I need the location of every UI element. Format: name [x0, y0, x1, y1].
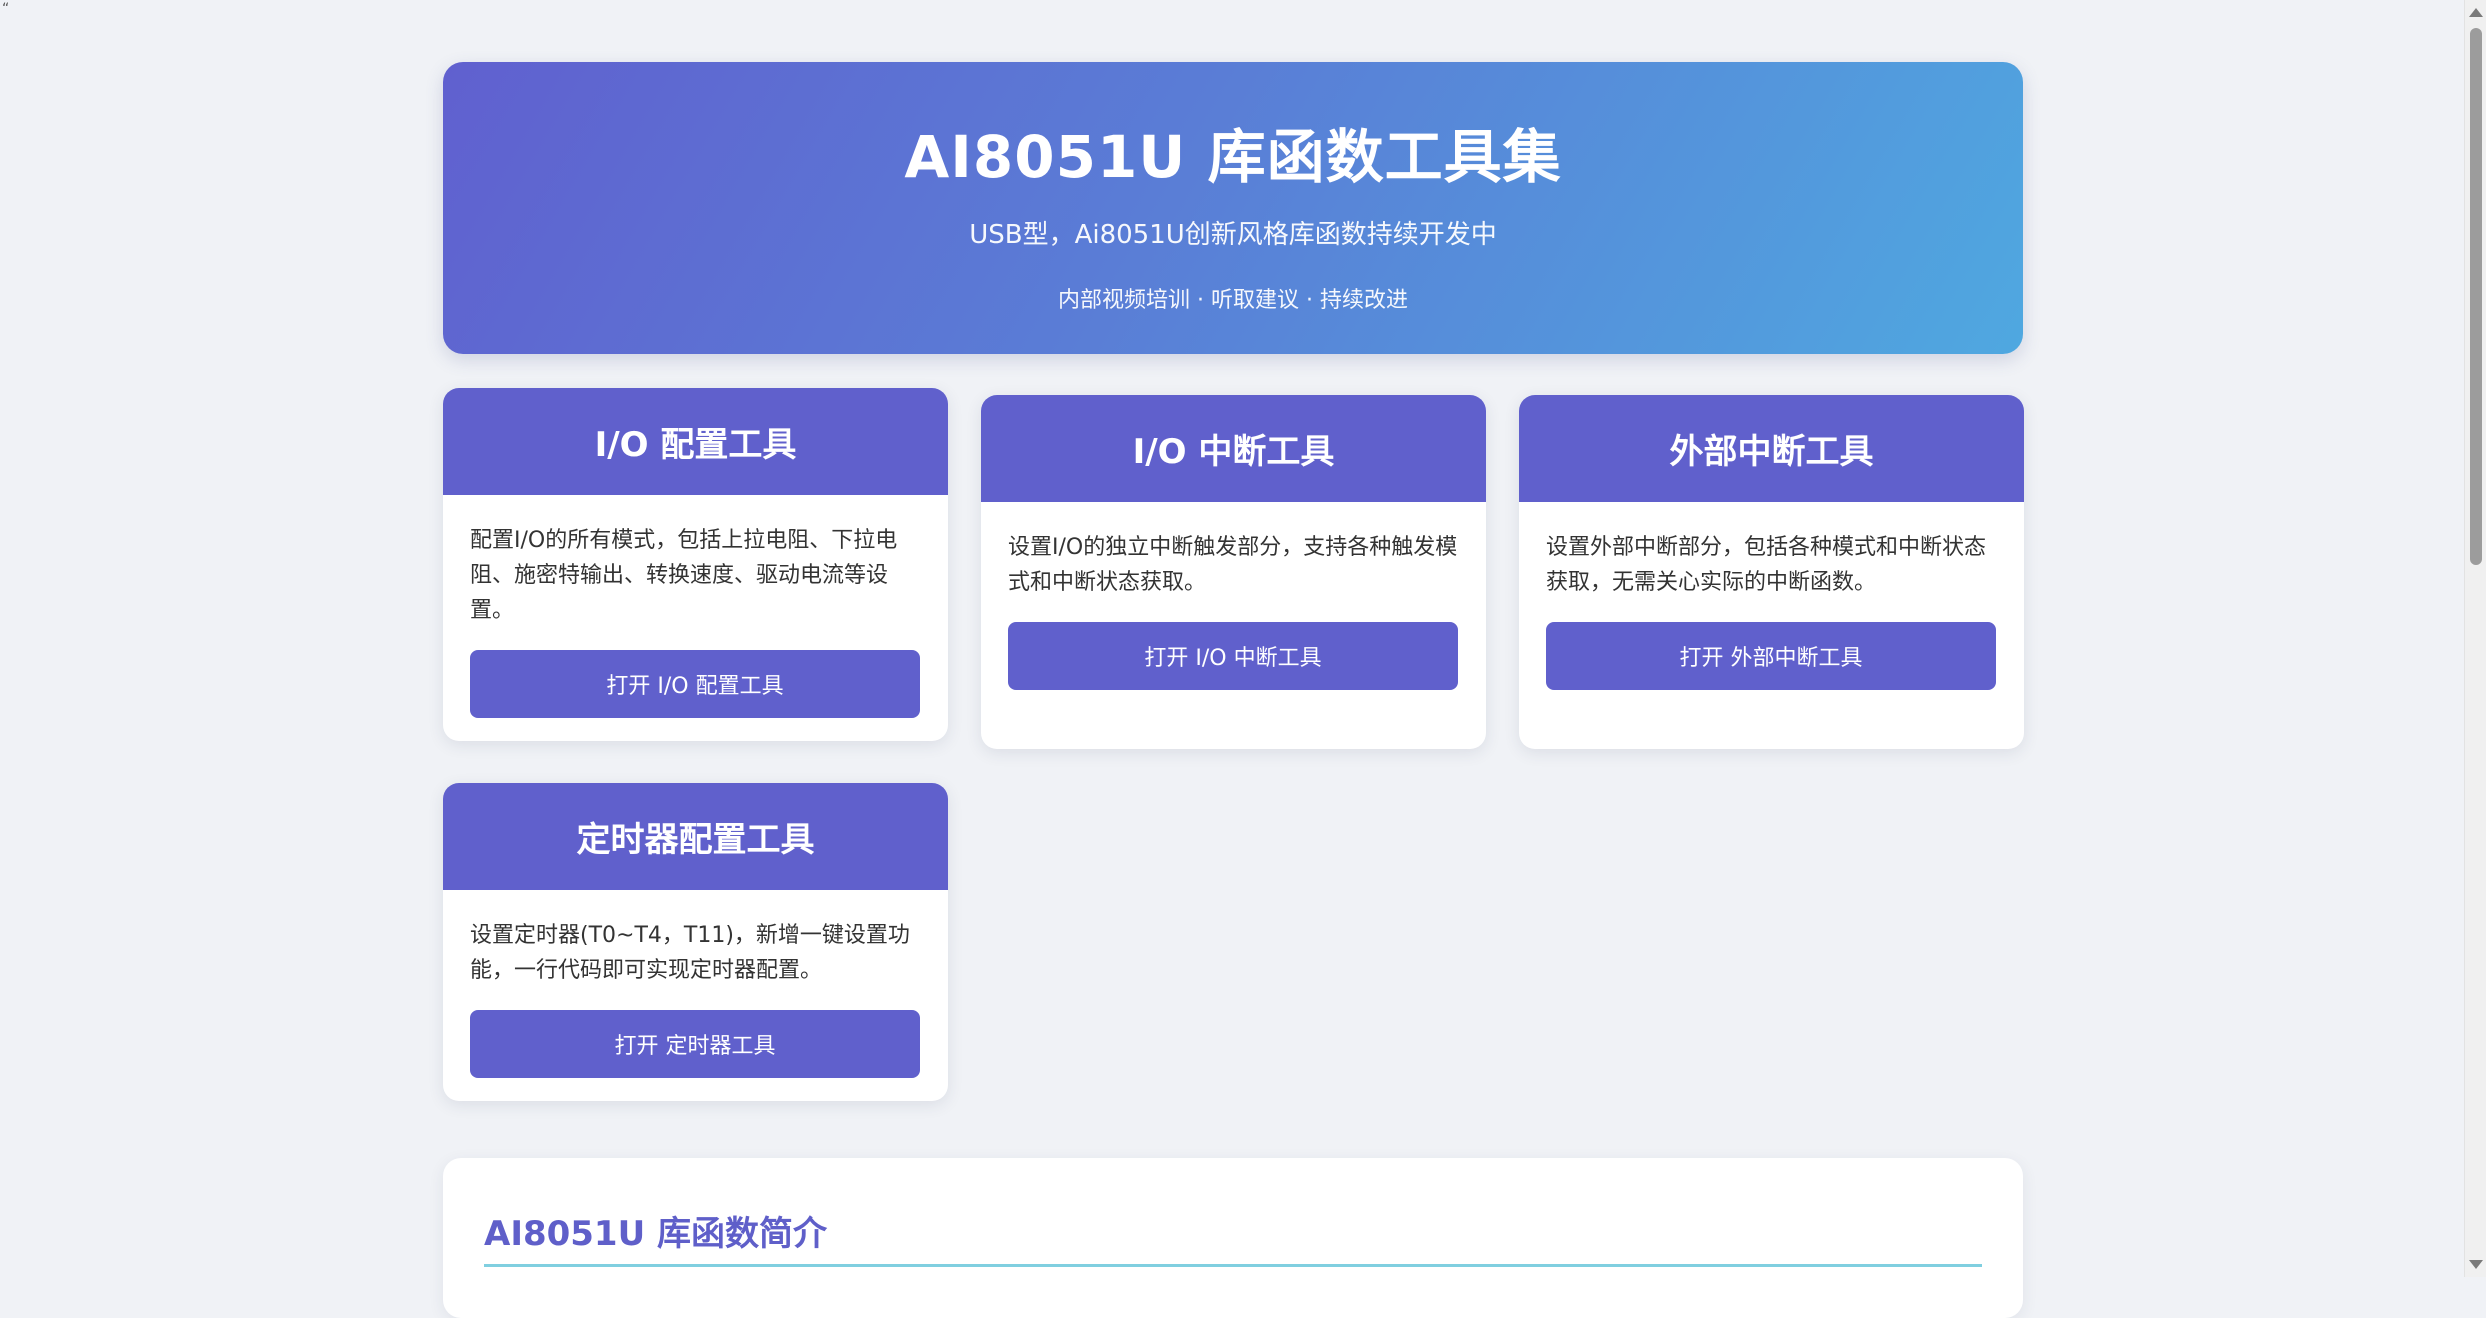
page-scrollbar[interactable] [2464, 0, 2486, 1277]
tool-card-description: 设置外部中断部分，包括各种模式和中断状态获取，无需关心实际的中断函数。 [1546, 535, 1987, 595]
scrollbar-thumb[interactable] [2470, 28, 2482, 565]
hero-subtitle: USB型，Ai8051U创新风格库函数持续开发中 [969, 220, 1497, 250]
intro-section: AI8051U 库函数简介 [443, 1158, 2023, 1318]
open-io-config-button[interactable]: 打开 I/O 配置工具 [470, 650, 920, 718]
tool-card-title: 定时器配置工具 [443, 783, 948, 890]
tool-card-description: 设置定时器(T0~T4，T11)，新增一键设置功能，一行代码即可实现定时器配置。 [470, 923, 910, 983]
tool-card-title: 外部中断工具 [1519, 395, 2024, 502]
tool-card-io-config: I/O 配置工具 配置I/O的所有模式，包括上拉电阻、下拉电阻、施密特输出、转换… [443, 388, 948, 741]
tool-card-title: I/O 配置工具 [443, 388, 948, 495]
tool-card-io-interrupt: I/O 中断工具 设置I/O的独立中断触发部分，支持各种触发模式和中断状态获取。… [981, 395, 1486, 749]
tool-card-title: I/O 中断工具 [981, 395, 1486, 502]
intro-title: AI8051U 库函数简介 [484, 1214, 828, 1254]
open-io-interrupt-button[interactable]: 打开 I/O 中断工具 [1008, 622, 1458, 690]
tool-card-external-interrupt: 外部中断工具 设置外部中断部分，包括各种模式和中断状态获取，无需关心实际的中断函… [1519, 395, 2024, 749]
hero-tagline: 内部视频培训 · 听取建议 · 持续改进 [1058, 288, 1408, 313]
tool-card-description: 设置I/O的独立中断触发部分，支持各种触发模式和中断状态获取。 [1008, 535, 1458, 595]
hero-title: AI8051U 库函数工具集 [904, 123, 1562, 191]
scroll-down-arrow-icon[interactable] [2469, 1260, 2483, 1269]
open-external-interrupt-button[interactable]: 打开 外部中断工具 [1546, 622, 1996, 690]
scroll-up-arrow-icon[interactable] [2469, 8, 2483, 17]
open-timer-config-button[interactable]: 打开 定时器工具 [470, 1010, 920, 1078]
intro-divider [484, 1264, 1982, 1267]
hero-banner: AI8051U 库函数工具集 USB型，Ai8051U创新风格库函数持续开发中 … [443, 62, 2023, 354]
tool-card-timer-config: 定时器配置工具 设置定时器(T0~T4，T11)，新增一键设置功能，一行代码即可… [443, 783, 948, 1101]
stray-quote-glyph: “ [2, 1, 10, 17]
tool-card-description: 配置I/O的所有模式，包括上拉电阻、下拉电阻、施密特输出、转换速度、驱动电流等设… [470, 528, 898, 623]
